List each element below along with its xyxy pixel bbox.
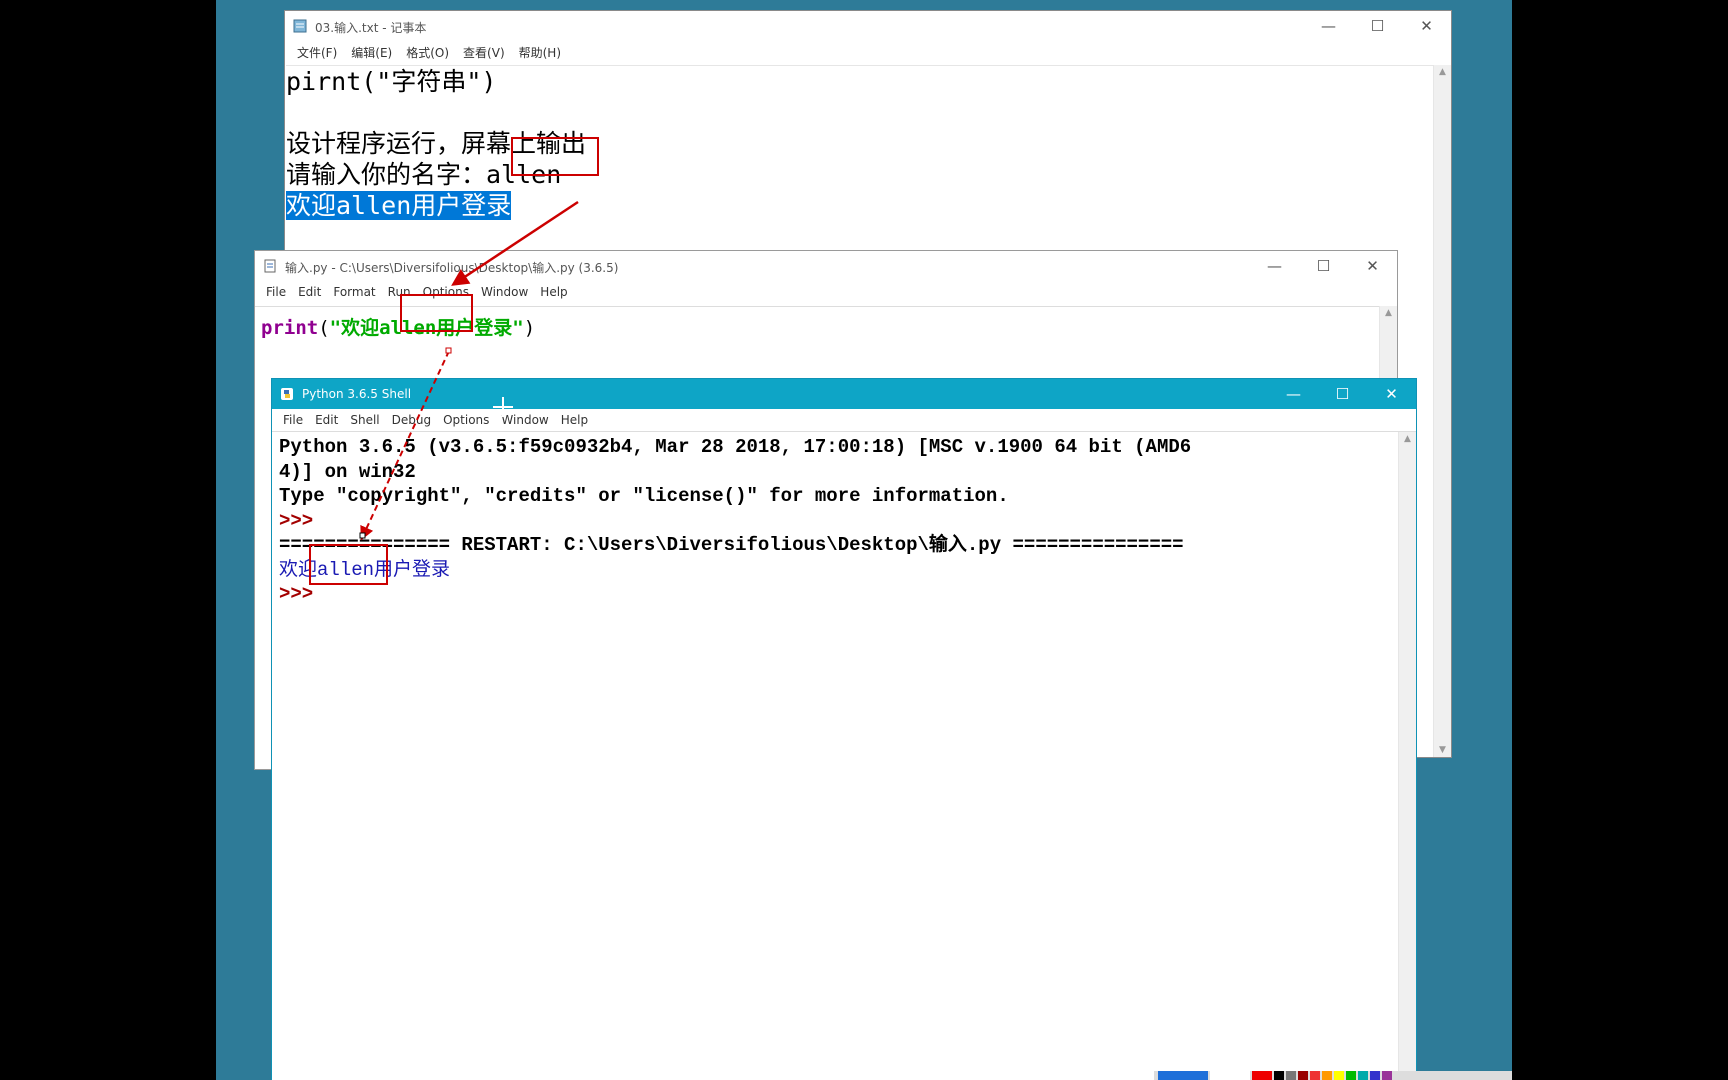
banner-line: Python 3.6.5 (v3.6.5:f59c0932b4, Mar 28 … — [279, 436, 1192, 458]
text-line: 请输入你的名字：allen — [286, 160, 562, 189]
maximize-button[interactable]: ☐ — [1299, 251, 1348, 281]
shell-window[interactable]: Python 3.6.5 Shell — ☐ ✕ File Edit Shell… — [271, 378, 1417, 1080]
menu-edit[interactable]: Edit — [309, 413, 344, 427]
text-line-selected: 欢迎allen用户登录 — [286, 190, 1433, 221]
selected-text: 欢迎allen用户登录 — [286, 191, 512, 220]
restart-line: =============== RESTART: C:\Users\Divers… — [279, 534, 1184, 556]
scroll-down-icon[interactable]: ▼ — [1434, 745, 1451, 755]
menu-file[interactable]: File — [260, 285, 292, 299]
banner-line: 4)] on win32 — [279, 460, 416, 483]
color-swatch[interactable] — [1274, 1071, 1284, 1080]
shell-title: Python 3.6.5 Shell — [302, 387, 412, 401]
python-file-icon — [264, 259, 276, 273]
shell-prompt[interactable]: >>> — [279, 582, 1398, 607]
color-swatch[interactable] — [1322, 1071, 1332, 1080]
menu-debug[interactable]: Debug — [386, 413, 437, 427]
color-swatch[interactable] — [1158, 1071, 1208, 1080]
text-line — [286, 97, 1433, 128]
shell-menubar: File Edit Shell Debug Options Window Hel… — [272, 409, 1416, 432]
program-output: 欢迎allen用户登录 — [279, 558, 451, 581]
notepad-scrollbar[interactable]: ▲ ▼ — [1433, 65, 1451, 757]
minimize-button[interactable]: — — [1250, 251, 1299, 281]
text-line: 设计程序运行，屏幕上输出 — [286, 129, 587, 158]
shell-output-area[interactable]: Python 3.6.5 (v3.6.5:f59c0932b4, Mar 28 … — [272, 432, 1398, 1080]
color-swatch[interactable] — [1334, 1071, 1344, 1080]
color-swatch[interactable] — [1382, 1071, 1392, 1080]
shell-scrollbar[interactable]: ▲ — [1398, 432, 1416, 1080]
shell-prompt: >>> — [279, 509, 314, 532]
menu-help[interactable]: 帮助(H) — [512, 44, 568, 61]
close-button[interactable]: ✕ — [1348, 251, 1397, 281]
scroll-up-icon[interactable]: ▲ — [1434, 67, 1451, 77]
annotation-box — [400, 294, 473, 332]
text-line: pirnt("字符串") — [286, 67, 497, 96]
menu-format[interactable]: Format — [327, 285, 381, 299]
editor-titlebar[interactable]: 输入.py - C:\Users\Diversifolious\Desktop\… — [255, 251, 1397, 281]
menu-window[interactable]: Window — [475, 285, 534, 299]
color-swatch[interactable] — [1370, 1071, 1380, 1080]
annotation-box — [511, 137, 599, 176]
minimize-button[interactable]: — — [1304, 11, 1353, 41]
menu-shell[interactable]: Shell — [344, 413, 385, 427]
notepad-title: 03.输入.txt - 记事本 — [315, 21, 427, 35]
banner-line: Type "copyright", "credits" or "license(… — [279, 485, 1009, 507]
color-swatch[interactable] — [1346, 1071, 1356, 1080]
maximize-button[interactable]: ☐ — [1353, 11, 1402, 41]
color-swatch[interactable] — [1252, 1071, 1272, 1080]
menu-edit[interactable]: 编辑(E) — [344, 44, 399, 61]
annotation-box — [309, 544, 388, 585]
menu-help[interactable]: Help — [534, 285, 573, 299]
menu-format[interactable]: 格式(O) — [399, 44, 456, 61]
menu-file[interactable]: File — [277, 413, 309, 427]
scroll-up-icon[interactable]: ▲ — [1399, 434, 1416, 444]
notepad-icon — [293, 19, 307, 33]
minimize-button[interactable]: — — [1269, 379, 1318, 409]
code-keyword: print — [261, 317, 319, 339]
color-palette[interactable] — [1154, 1071, 1512, 1080]
scroll-up-icon[interactable]: ▲ — [1380, 308, 1397, 318]
color-swatch[interactable] — [1298, 1071, 1308, 1080]
menu-window[interactable]: Window — [495, 413, 554, 427]
menu-view[interactable]: 查看(V) — [456, 44, 512, 61]
menu-options[interactable]: Options — [437, 413, 495, 427]
code-paren: ) — [523, 317, 536, 339]
menu-file[interactable]: 文件(F) — [290, 44, 344, 61]
close-button[interactable]: ✕ — [1402, 11, 1451, 41]
code-paren: ( — [318, 317, 330, 339]
desktop: 03.输入.txt - 记事本 — ☐ ✕ 文件(F) 编辑(E) 格式(O) … — [216, 0, 1512, 1080]
color-swatch[interactable] — [1210, 1071, 1250, 1080]
color-swatch[interactable] — [1286, 1071, 1296, 1080]
menu-help[interactable]: Help — [555, 413, 594, 427]
close-button[interactable]: ✕ — [1367, 379, 1416, 409]
notepad-menubar: 文件(F) 编辑(E) 格式(O) 查看(V) 帮助(H) — [285, 41, 1451, 63]
menu-edit[interactable]: Edit — [292, 285, 327, 299]
python-icon — [281, 388, 293, 400]
maximize-button[interactable]: ☐ — [1318, 379, 1367, 409]
color-swatch[interactable] — [1358, 1071, 1368, 1080]
color-swatch[interactable] — [1310, 1071, 1320, 1080]
notepad-titlebar[interactable]: 03.输入.txt - 记事本 — ☐ ✕ — [285, 11, 1451, 41]
editor-title: 输入.py - C:\Users\Diversifolious\Desktop\… — [285, 261, 619, 275]
shell-titlebar[interactable]: Python 3.6.5 Shell — ☐ ✕ — [272, 379, 1416, 409]
